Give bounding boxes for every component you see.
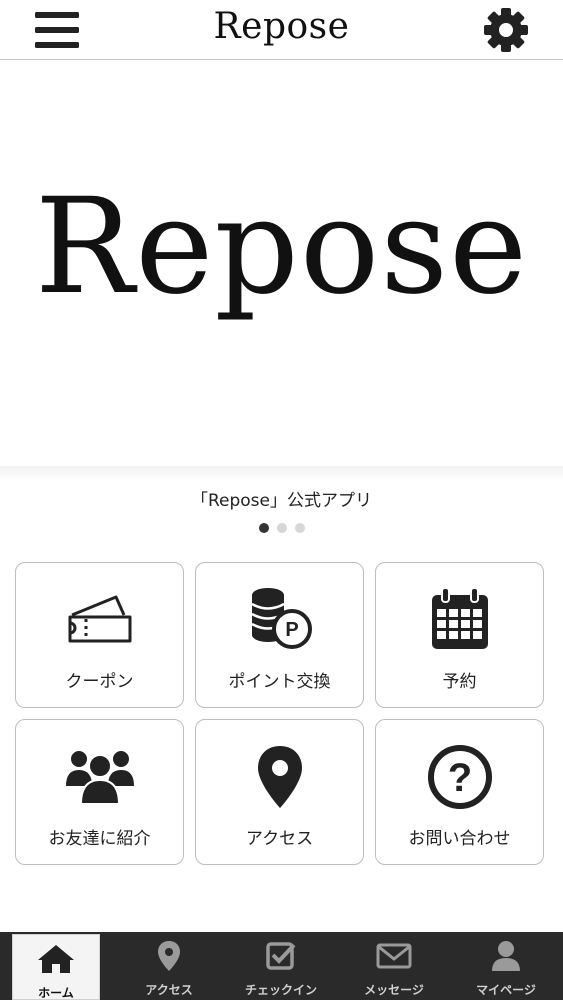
map-pin-icon <box>196 742 363 812</box>
question-icon: ? <box>376 742 543 812</box>
svg-text:P: P <box>285 619 298 641</box>
hero-caption: 「Repose」公式アプリ <box>190 491 372 511</box>
coins-point-icon: P <box>196 585 363 655</box>
map-pin-icon <box>113 940 225 972</box>
app-header: Repose <box>0 0 563 60</box>
point-exchange-label: ポイント交換 <box>228 672 331 692</box>
envelope-icon <box>338 940 450 972</box>
tab-checkin-label: チェックイン <box>244 983 317 997</box>
hero-banner[interactable]: Repose <box>0 61 563 466</box>
bottom-tab-bar: ホーム アクセス チェックイン メッセージ マイページ <box>0 932 563 1000</box>
calendar-icon <box>376 585 543 655</box>
ticket-icon <box>16 585 183 655</box>
contact-tile[interactable]: ? お問い合わせ <box>375 719 544 865</box>
svg-text:?: ? <box>447 756 471 800</box>
carousel-dot-1[interactable] <box>258 523 269 533</box>
hero-divider <box>0 466 563 482</box>
coupon-label: クーポン <box>65 672 134 692</box>
checkin-icon <box>225 940 337 972</box>
tab-access[interactable]: アクセス <box>113 932 225 1000</box>
home-icon <box>13 943 99 975</box>
point-exchange-tile[interactable]: P ポイント交換 <box>195 562 364 708</box>
access-tile[interactable]: アクセス <box>195 719 364 865</box>
tab-checkin[interactable]: チェックイン <box>225 932 337 1000</box>
tab-home-label: ホーム <box>38 986 74 1000</box>
tab-access-label: アクセス <box>145 983 193 997</box>
tab-home[interactable]: ホーム <box>12 934 100 1000</box>
carousel-dot-2[interactable] <box>276 523 287 533</box>
refer-friend-label: お友達に紹介 <box>48 829 151 849</box>
carousel-dot-3[interactable] <box>294 523 305 533</box>
access-label: アクセス <box>245 829 314 849</box>
refer-friend-tile[interactable]: お友達に紹介 <box>15 719 184 865</box>
tab-mypage[interactable]: マイページ <box>450 932 562 1000</box>
tab-message-label: メッセージ <box>364 983 424 997</box>
app-title: Repose <box>213 6 350 47</box>
coupon-tile[interactable]: クーポン <box>15 562 184 708</box>
gear-icon[interactable] <box>481 6 531 54</box>
reservation-label: 予約 <box>442 672 477 692</box>
brand-logo: Repose <box>34 170 529 324</box>
contact-label: お問い合わせ <box>408 829 511 849</box>
user-icon <box>450 940 562 972</box>
group-users-icon <box>16 742 183 812</box>
tab-mypage-label: マイページ <box>476 983 536 997</box>
tab-message[interactable]: メッセージ <box>338 932 450 1000</box>
reservation-tile[interactable]: 予約 <box>375 562 544 708</box>
carousel-dots <box>0 523 563 533</box>
